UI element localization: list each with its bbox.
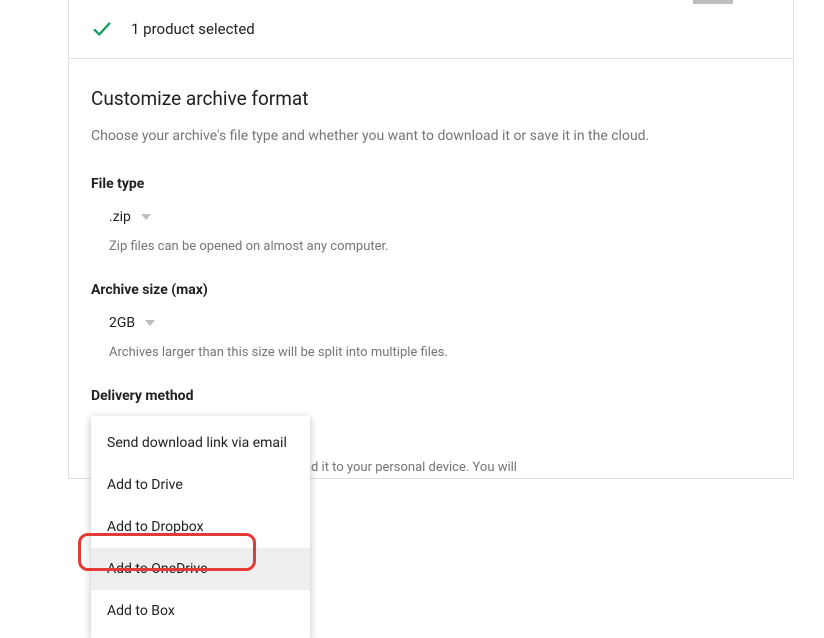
delivery-option-drive[interactable]: Add to Drive xyxy=(91,464,310,506)
gray-block xyxy=(693,0,733,4)
delivery-method-field: Delivery method e'll email a link so you… xyxy=(91,388,771,478)
product-selected-bar: 1 product selected xyxy=(68,0,794,59)
delivery-option-email[interactable]: Send download link via email xyxy=(91,422,310,464)
file-type-dropdown[interactable]: .zip xyxy=(109,209,151,225)
checkmark-icon xyxy=(91,18,113,40)
archive-size-dropdown[interactable]: 2GB xyxy=(109,315,155,331)
file-type-field: File type .zip Zip files can be opened o… xyxy=(91,176,771,254)
delivery-method-dropdown-menu: Send download link via email Add to Driv… xyxy=(91,416,310,638)
delivery-option-onedrive[interactable]: Add to OneDrive xyxy=(91,548,310,590)
chevron-down-icon xyxy=(145,320,155,326)
section-description: Choose your archive's file type and whet… xyxy=(91,128,771,144)
section-heading: Customize archive format xyxy=(91,87,771,110)
archive-size-label: Archive size (max) xyxy=(91,282,771,298)
customize-archive-section: Customize archive format Choose your arc… xyxy=(68,59,794,479)
archive-size-helper: Archives larger than this size will be s… xyxy=(109,345,771,360)
file-type-label: File type xyxy=(91,176,771,192)
delivery-option-dropbox[interactable]: Add to Dropbox xyxy=(91,506,310,548)
file-type-value: .zip xyxy=(109,209,131,225)
products-selected-text: 1 product selected xyxy=(131,20,255,38)
chevron-down-icon xyxy=(141,214,151,220)
archive-size-field: Archive size (max) 2GB Archives larger t… xyxy=(91,282,771,360)
delivery-option-box[interactable]: Add to Box xyxy=(91,590,310,632)
archive-size-value: 2GB xyxy=(109,315,135,331)
file-type-helper: Zip files can be opened on almost any co… xyxy=(109,239,771,254)
delivery-method-label: Delivery method xyxy=(91,388,771,404)
